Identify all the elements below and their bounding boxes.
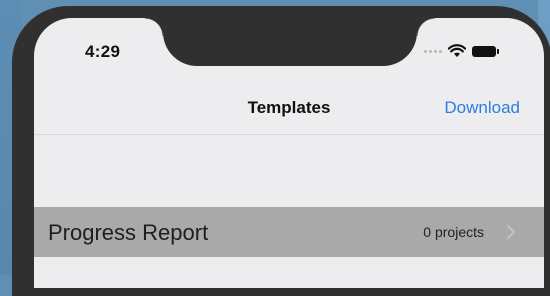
signal-dots-icon [424, 49, 442, 53]
status-time: 4:29 [85, 42, 121, 61]
chevron-right-icon [507, 225, 515, 239]
list-item-detail: 0 projects [423, 224, 484, 240]
battery-icon [472, 45, 499, 57]
list-background [34, 257, 544, 277]
device-notch [145, 18, 435, 66]
download-button[interactable]: Download [444, 98, 520, 118]
status-indicators [424, 42, 499, 60]
list-item-title: Progress Report [48, 220, 209, 245]
navigation-bar: Templates Download [34, 82, 544, 135]
wifi-icon [448, 44, 466, 57]
list-item-progress-report[interactable]: Progress Report 0 projects [34, 207, 544, 257]
